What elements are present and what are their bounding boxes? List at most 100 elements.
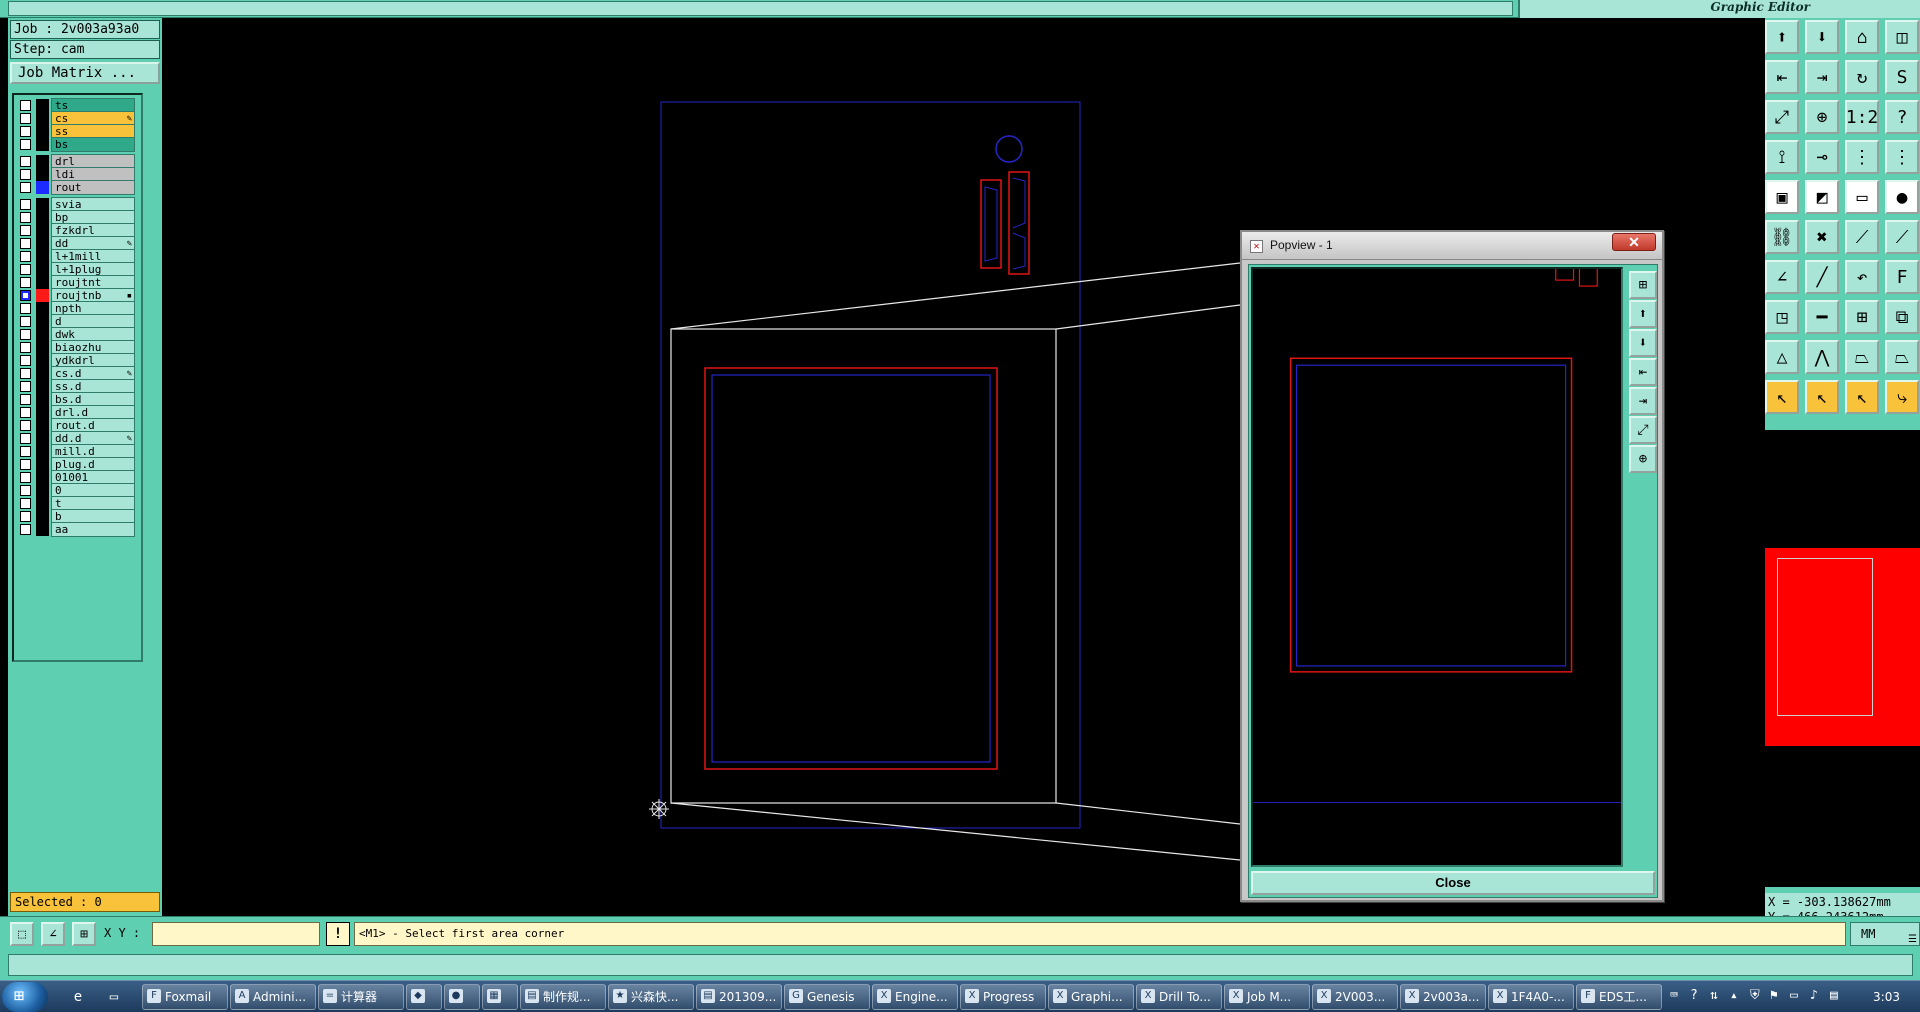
cross-icon[interactable]: ✖ (1805, 220, 1839, 254)
popview-fit-icon[interactable]: ⤢ (1629, 416, 1657, 444)
taskbar-item[interactable]: ◆ (406, 984, 442, 1010)
layer-checkbox[interactable] (20, 169, 31, 180)
layer-checkbox[interactable] (20, 511, 31, 522)
taskbar-item[interactable]: = 计算器 (318, 984, 404, 1010)
edit-angle-icon[interactable]: ∠ (41, 922, 65, 946)
net-alt-icon[interactable]: ⋮ (1885, 140, 1919, 174)
layer-checkbox[interactable] (20, 199, 31, 210)
taskbar-item[interactable]: F Foxmail (142, 984, 228, 1010)
popview-right-icon[interactable]: ⇥ (1629, 387, 1657, 415)
taskbar-item[interactable]: X Engine... (872, 984, 958, 1010)
taskbar-item[interactable]: F EDS工... (1576, 984, 1662, 1010)
line-icon[interactable]: ⟋ (1845, 220, 1879, 254)
layer-checkbox[interactable] (20, 498, 31, 509)
snap-icon[interactable]: ◫ (1885, 20, 1919, 54)
popview-titlebar[interactable]: ✕ Popview - 1 ✕ (1242, 232, 1662, 260)
popview-close-button[interactable]: Close (1251, 871, 1655, 895)
layer-checkbox[interactable] (20, 524, 31, 535)
redraw-icon[interactable]: ↻ (1845, 60, 1879, 94)
pin-icon[interactable]: ⊸ (1805, 140, 1839, 174)
layer-checkbox[interactable] (20, 342, 31, 353)
tray-help-icon[interactable]: ? (1690, 988, 1698, 1003)
pointer-select-icon[interactable]: ↖ (1805, 380, 1839, 414)
trapezoid-alt-icon[interactable]: ⏢ (1885, 340, 1919, 374)
layer-color-swatch[interactable] (36, 181, 49, 194)
taskbar-item[interactable]: X 2V003... (1312, 984, 1398, 1010)
diagonal-icon[interactable]: ╱ (1805, 260, 1839, 294)
layer-checkbox[interactable] (20, 251, 31, 262)
popview-canvas[interactable] (1251, 267, 1623, 867)
pan-right-icon[interactable]: ⇥ (1805, 60, 1839, 94)
pad-icon[interactable]: ◳ (1765, 300, 1799, 334)
taskbar-item[interactable]: A Admini... (230, 984, 316, 1010)
taskbar-item[interactable]: ▤ 201309... (696, 984, 782, 1010)
taskbar-item[interactable]: X 1F4A0-... (1488, 984, 1574, 1010)
start-button[interactable]: ⊞ (2, 982, 48, 1012)
layer-checkbox[interactable] (20, 316, 31, 327)
s-curve-icon[interactable]: S (1885, 60, 1919, 94)
taskbar-item[interactable]: X Progress (960, 984, 1046, 1010)
popview-zoom-in-icon[interactable]: ⊞ (1629, 271, 1657, 299)
dot-icon[interactable]: ● (1885, 180, 1919, 214)
ie-icon[interactable]: e (68, 987, 88, 1007)
measure-icon[interactable]: ⟟ (1765, 140, 1799, 174)
layer-checkbox[interactable] (20, 433, 31, 444)
trapezoid-icon[interactable]: ⏢ (1845, 340, 1879, 374)
pan-left-icon[interactable]: ⇤ (1765, 60, 1799, 94)
layer-checkbox[interactable] (20, 329, 31, 340)
explorer-icon[interactable]: ▭ (104, 987, 124, 1007)
layer-checkbox[interactable] (20, 290, 31, 301)
layer-checkbox[interactable] (20, 355, 31, 366)
exclamation-button[interactable]: ! (326, 922, 350, 946)
tray-keyboard-icon[interactable]: ⌨ (1670, 988, 1678, 1003)
taskbar-item[interactable]: X 2v003a... (1400, 984, 1486, 1010)
taskbar-item[interactable]: X Graphi... (1048, 984, 1134, 1010)
taskbar-item[interactable]: G Genesis (784, 984, 870, 1010)
tray-tile-icon[interactable]: ▤ (1830, 988, 1838, 1003)
zoom-center-icon[interactable]: ⊕ (1805, 100, 1839, 134)
grid-icon[interactable]: ⊞ (1845, 300, 1879, 334)
layer-name[interactable]: bs (51, 137, 135, 152)
popview-up-icon[interactable]: ⬆ (1629, 300, 1657, 328)
popview-left-icon[interactable]: ⇤ (1629, 358, 1657, 386)
layer-checkbox[interactable] (20, 264, 31, 275)
arc-icon[interactable]: ↶ (1845, 260, 1879, 294)
layer-color-swatch[interactable] (36, 138, 49, 151)
triangle-icon[interactable]: △ (1765, 340, 1799, 374)
ruler-icon[interactable]: ▭ (1845, 180, 1879, 214)
layer-row[interactable]: bs (16, 137, 141, 152)
layer-color-swatch[interactable] (36, 523, 49, 536)
layer-checkbox[interactable] (20, 225, 31, 236)
slope-icon[interactable]: ⋀ (1805, 340, 1839, 374)
layer-checkbox[interactable] (20, 156, 31, 167)
job-matrix-button[interactable]: Job Matrix ... (10, 62, 160, 84)
pointer-icon[interactable]: ↖ (1765, 380, 1799, 414)
zoom-fit-icon[interactable]: ⤢ (1765, 100, 1799, 134)
route-icon[interactable]: ⤷ (1885, 380, 1919, 414)
angle-icon[interactable]: ∠ (1765, 260, 1799, 294)
popview-close-x-button[interactable]: ✕ (1612, 233, 1656, 251)
color-fill-icon[interactable]: ◩ (1805, 180, 1839, 214)
layer-checkbox[interactable] (20, 472, 31, 483)
taskbar-item[interactable]: ● (444, 984, 480, 1010)
text-icon[interactable]: F (1885, 260, 1919, 294)
help-icon[interactable]: ? (1885, 100, 1919, 134)
layer-checkbox[interactable] (20, 100, 31, 111)
popview-down-icon[interactable]: ⬇ (1629, 329, 1657, 357)
xy-input[interactable] (152, 922, 320, 946)
layer-checkbox[interactable] (20, 113, 31, 124)
layer-checkbox[interactable] (20, 303, 31, 314)
grid-snap-icon[interactable]: ⊞ (72, 922, 96, 946)
layer-checkbox[interactable] (20, 420, 31, 431)
taskbar-item[interactable]: X Drill To... (1136, 984, 1222, 1010)
tray-flag-icon[interactable]: ⚑ (1770, 988, 1778, 1003)
layer-row[interactable]: aa (16, 522, 141, 537)
taskbar-clock[interactable]: 3:03 (1873, 990, 1900, 1004)
layer-checkbox[interactable] (20, 407, 31, 418)
layer-checkbox[interactable] (20, 381, 31, 392)
tray-shield-icon[interactable]: ⛨ (1750, 988, 1760, 1003)
select-pad-icon[interactable]: ▣ (1765, 180, 1799, 214)
home-icon[interactable]: ⌂ (1845, 20, 1879, 54)
copy-icon[interactable]: ⧉ (1885, 300, 1919, 334)
dash-icon[interactable]: ━ (1805, 300, 1839, 334)
